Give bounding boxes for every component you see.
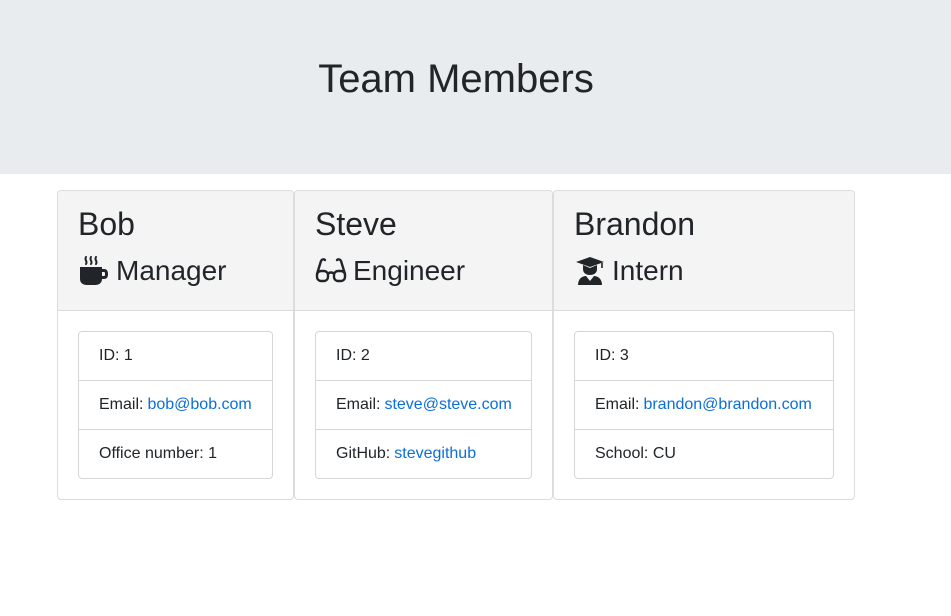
member-role-label: Intern: [612, 255, 684, 286]
header-jumbotron: Team Members: [0, 0, 951, 174]
member-email-row: Email: brandon@brandon.com: [575, 381, 833, 430]
card-header: Brandon Intern: [554, 191, 854, 311]
member-role-label: Manager: [116, 255, 227, 286]
member-name: Brandon: [574, 206, 695, 242]
member-name: Steve: [315, 206, 397, 242]
member-school: School: CU: [595, 445, 676, 462]
member-details-list: ID: 2 Email: steve@steve.com GitHub: ste…: [315, 331, 532, 479]
github-link[interactable]: stevegithub: [394, 445, 476, 463]
page-title: Team Members: [318, 57, 594, 101]
member-role: Engineer: [315, 253, 465, 289]
member-role: Manager: [78, 253, 227, 289]
email-label: Email:: [336, 396, 381, 413]
github-label: GitHub:: [336, 445, 391, 462]
member-card-manager: Bob Manager ID: 1 Email: bob@bob.com Off…: [57, 190, 294, 500]
member-details-list: ID: 1 Email: bob@bob.com Office number: …: [78, 331, 273, 479]
member-id: ID: 2: [316, 332, 531, 381]
member-card-engineer: Steve Engineer ID: 2 Email: steve@steve.…: [294, 190, 553, 500]
email-label: Email:: [99, 396, 144, 413]
member-details-list: ID: 3 Email: brandon@brandon.com School:…: [574, 331, 834, 479]
mug-hot-icon: [78, 256, 110, 286]
member-email-row: Email: steve@steve.com: [316, 381, 531, 430]
graduate-icon: [574, 256, 606, 286]
member-name: Bob: [78, 206, 135, 242]
member-role: Intern: [574, 253, 684, 289]
card-header: Bob Manager: [58, 191, 293, 311]
member-id: ID: 3: [575, 332, 833, 381]
member-role-label: Engineer: [353, 255, 466, 286]
email-link[interactable]: steve@steve.com: [384, 396, 511, 414]
member-id: ID: 1: [79, 332, 272, 381]
email-label: Email:: [595, 396, 640, 413]
card-header: Steve Engineer: [295, 191, 552, 311]
glasses-icon: [315, 256, 347, 286]
email-link[interactable]: bob@bob.com: [147, 396, 251, 414]
member-email-row: Email: bob@bob.com: [79, 381, 272, 430]
member-office-number: Office number: 1: [99, 445, 217, 462]
member-github-row: GitHub: stevegithub: [316, 430, 531, 478]
email-link[interactable]: brandon@brandon.com: [643, 396, 811, 414]
member-card-intern: Brandon Intern ID: 3 Email: brandon@bran…: [553, 190, 855, 500]
